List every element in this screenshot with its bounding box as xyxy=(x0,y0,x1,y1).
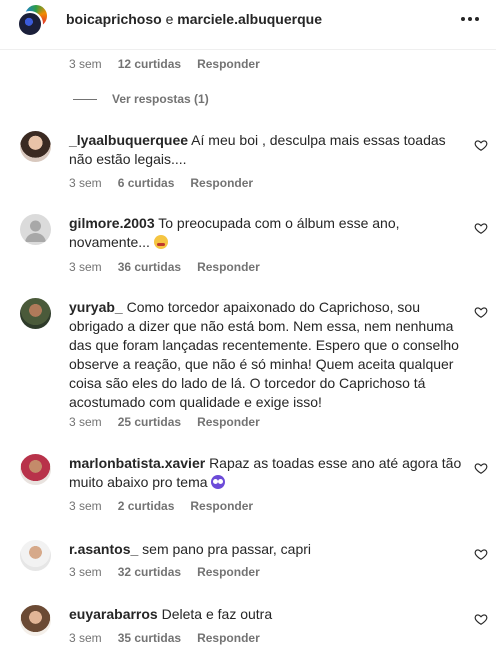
reply-button[interactable]: Responder xyxy=(197,565,260,579)
comment-meta: 3 sem 32 curtidas Responder xyxy=(69,565,260,579)
comment-username[interactable]: yuryab_ xyxy=(69,299,123,315)
comment-time[interactable]: 3 sem xyxy=(69,176,102,190)
comment-meta: 3 sem 36 curtidas Responder xyxy=(69,260,260,274)
heart-icon[interactable] xyxy=(474,461,488,475)
comment-text: gilmore.2003 To preocupada com o álbum e… xyxy=(69,214,469,252)
reply-button[interactable]: Responder xyxy=(197,631,260,645)
comment-text: euyarabarros Deleta e faz outra xyxy=(69,605,469,624)
heart-icon[interactable] xyxy=(474,221,488,235)
comment-time[interactable]: 3 sem xyxy=(69,631,102,645)
comment-likes[interactable]: 2 curtidas xyxy=(118,499,175,513)
more-options-icon[interactable] xyxy=(458,9,482,29)
avatar[interactable] xyxy=(20,214,51,245)
comment-username[interactable]: gilmore.2003 xyxy=(69,215,155,231)
heart-icon[interactable] xyxy=(474,547,488,561)
comment-likes[interactable]: 36 curtidas xyxy=(118,260,181,274)
comment-username[interactable]: marlonbatista.xavier xyxy=(69,455,205,471)
comment-time[interactable]: 3 sem xyxy=(69,415,102,429)
comment-likes[interactable]: 32 curtidas xyxy=(118,565,181,579)
comment-time[interactable]: 3 sem xyxy=(69,260,102,274)
author-link-marciele[interactable]: marciele.albuquerque xyxy=(177,11,322,27)
heart-icon[interactable] xyxy=(474,138,488,152)
comment-likes[interactable]: 12 curtidas xyxy=(118,57,181,71)
comment-meta: 3 sem 25 curtidas Responder xyxy=(69,415,260,429)
comment-text: marlonbatista.xavier Rapaz as toadas ess… xyxy=(69,454,469,492)
comment-body: Como torcedor apaixonado do Caprichoso, … xyxy=(69,299,459,410)
heart-icon[interactable] xyxy=(474,305,488,319)
eyes-emoji xyxy=(211,475,226,489)
comment-time[interactable]: 3 sem xyxy=(69,57,102,71)
collab-avatars[interactable] xyxy=(17,3,51,37)
replies-divider-line xyxy=(73,98,97,100)
comment-meta: 3 sem 6 curtidas Responder xyxy=(69,176,253,190)
comment-username[interactable]: r.asantos_ xyxy=(69,541,138,557)
post-header: boicaprichoso e marciele.albuquerque xyxy=(0,0,496,50)
comment-time[interactable]: 3 sem xyxy=(69,565,102,579)
comment-text: yuryab_ Como torcedor apaixonado do Capr… xyxy=(69,298,469,412)
comment-body: Deleta e faz outra xyxy=(161,606,273,622)
avatar[interactable] xyxy=(17,11,43,37)
comment-likes[interactable]: 35 curtidas xyxy=(118,631,181,645)
avatar[interactable] xyxy=(20,131,51,162)
avatar[interactable] xyxy=(20,540,51,571)
comment-username[interactable]: _lyaalbuquerquee xyxy=(69,132,188,148)
avatar[interactable] xyxy=(20,605,51,636)
comment-body: sem pano pra passar, capri xyxy=(142,541,312,557)
reply-button[interactable]: Responder xyxy=(190,499,253,513)
reply-button[interactable]: Responder xyxy=(197,415,260,429)
worried-face-emoji xyxy=(153,235,168,249)
author-conjunction: e xyxy=(165,11,174,27)
comment-time[interactable]: 3 sem xyxy=(69,499,102,513)
author-link-boicaprichoso[interactable]: boicaprichoso xyxy=(66,11,162,27)
reply-button[interactable]: Responder xyxy=(197,57,260,71)
view-replies-button[interactable]: Ver respostas (1) xyxy=(73,92,209,106)
heart-icon[interactable] xyxy=(474,612,488,626)
comment-meta: 3 sem 35 curtidas Responder xyxy=(69,631,260,645)
post-authors: boicaprichoso e marciele.albuquerque xyxy=(66,11,322,27)
comment-meta: 3 sem 12 curtidas Responder xyxy=(69,57,260,71)
comment-likes[interactable]: 6 curtidas xyxy=(118,176,175,190)
view-replies-label: Ver respostas (1) xyxy=(112,92,209,106)
comment-meta: 3 sem 2 curtidas Responder xyxy=(69,499,253,513)
comment-username[interactable]: euyarabarros xyxy=(69,606,158,622)
comment-text: _lyaalbuquerquee Aí meu boi , desculpa m… xyxy=(69,131,469,169)
comment-text: r.asantos_ sem pano pra passar, capri xyxy=(69,540,469,559)
avatar[interactable] xyxy=(20,454,51,485)
reply-button[interactable]: Responder xyxy=(197,260,260,274)
avatar[interactable] xyxy=(20,298,51,329)
comment-likes[interactable]: 25 curtidas xyxy=(118,415,181,429)
reply-button[interactable]: Responder xyxy=(190,176,253,190)
